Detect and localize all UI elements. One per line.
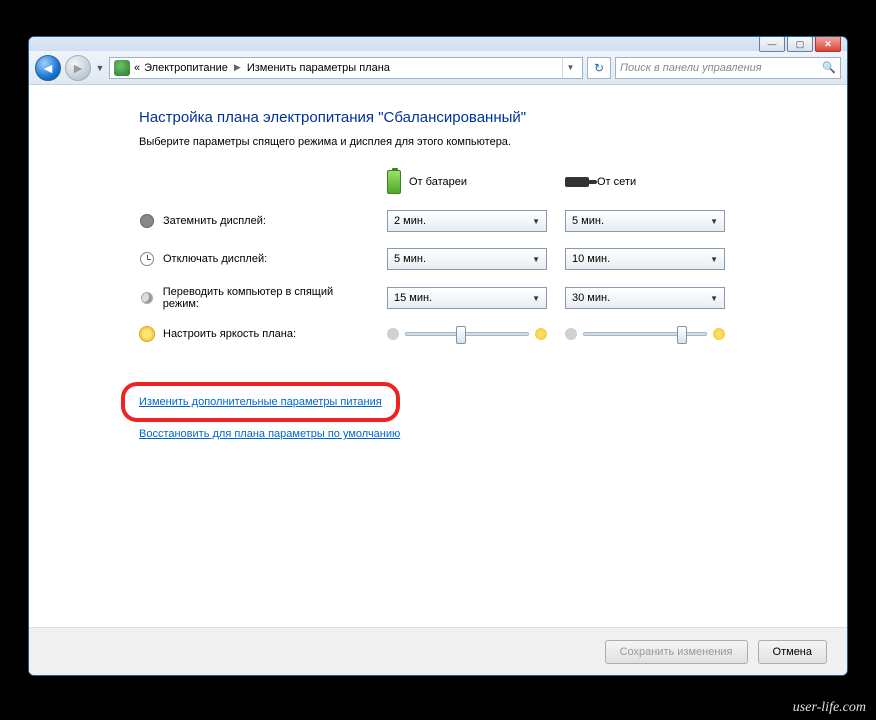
nav-history-dropdown[interactable]: ▼ [95,56,105,80]
brightness-battery-slider[interactable] [387,328,547,340]
chevron-down-icon: ▼ [532,217,540,226]
cancel-button[interactable]: Отмена [758,640,827,664]
power-options-icon [114,60,130,76]
breadcrumb-power[interactable]: Электропитание [144,62,228,74]
advanced-settings-link[interactable]: Изменить дополнительные параметры питани… [139,396,382,408]
window-controls: — ▢ ✕ [759,36,841,52]
plug-icon [565,177,589,187]
column-header-battery: От батареи [387,170,547,194]
slider-thumb[interactable] [677,326,687,344]
search-icon[interactable]: 🔍 [822,61,836,74]
chevron-down-icon: ▼ [532,294,540,303]
dim-ac-select[interactable]: 5 мин.▼ [565,210,725,232]
row-brightness-label: Настроить яркость плана: [139,326,369,342]
titlebar: — ▢ ✕ [29,37,847,51]
sleep-ac-select[interactable]: 30 мин.▼ [565,287,725,309]
footer-bar: Сохранить изменения Отмена [29,627,847,675]
save-button[interactable]: Сохранить изменения [605,640,748,664]
highlight-annotation: Изменить дополнительные параметры питани… [121,382,400,422]
window: — ▢ ✕ ◄ ► ▼ « Электропитание ▶ Изменить … [28,36,848,676]
address-dropdown-icon[interactable]: ▼ [562,58,578,78]
sleep-icon [141,292,153,304]
page-title: Настройка плана электропитания "Сбаланси… [139,109,823,126]
back-button[interactable]: ◄ [35,55,61,81]
off-battery-select[interactable]: 5 мин.▼ [387,248,547,270]
settings-grid: От батареи От сети Затемнить дисплей: 2 … [139,170,823,342]
brightness-high-icon [535,328,547,340]
page-subtitle: Выберите параметры спящего режима и дисп… [139,136,823,148]
links-block: Изменить дополнительные параметры питани… [139,382,823,440]
brightness-ac-slider[interactable] [565,328,725,340]
brightness-low-icon [387,328,399,340]
chevron-down-icon: ▼ [710,294,718,303]
forward-button[interactable]: ► [65,55,91,81]
breadcrumb-prefix: « [134,62,140,74]
search-placeholder: Поиск в панели управления [620,62,762,74]
dim-display-icon [140,214,154,228]
brightness-low-icon [565,328,577,340]
chevron-down-icon: ▼ [532,255,540,264]
off-ac-select[interactable]: 10 мин.▼ [565,248,725,270]
chevron-down-icon: ▼ [710,217,718,226]
close-button[interactable]: ✕ [815,36,841,52]
row-off-label: Отключать дисплей: [139,251,369,267]
address-bar[interactable]: « Электропитание ▶ Изменить параметры пл… [109,57,583,79]
slider-thumb[interactable] [456,326,466,344]
dim-battery-select[interactable]: 2 мин.▼ [387,210,547,232]
maximize-button[interactable]: ▢ [787,36,813,52]
brightness-icon [140,327,154,341]
battery-icon [387,170,401,194]
row-sleep-label: Переводить компьютер в спящий режим: [139,286,369,310]
search-input[interactable]: Поиск в панели управления 🔍 [615,57,841,79]
sleep-battery-select[interactable]: 15 мин.▼ [387,287,547,309]
refresh-button[interactable]: ↻ [587,57,611,79]
breadcrumb-sep-icon[interactable]: ▶ [232,62,243,73]
chevron-down-icon: ▼ [710,255,718,264]
minimize-button[interactable]: — [759,36,785,52]
navigation-bar: ◄ ► ▼ « Электропитание ▶ Изменить параме… [29,51,847,85]
column-header-ac: От сети [565,176,725,188]
content-area: Настройка плана электропитания "Сбаланси… [29,85,847,675]
row-dim-label: Затемнить дисплей: [139,213,369,229]
brightness-high-icon [713,328,725,340]
turn-off-display-icon [140,252,154,266]
watermark: user-life.com [793,700,866,716]
restore-defaults-link[interactable]: Восстановить для плана параметры по умол… [139,428,400,440]
breadcrumb-edit-plan[interactable]: Изменить параметры плана [247,62,390,74]
